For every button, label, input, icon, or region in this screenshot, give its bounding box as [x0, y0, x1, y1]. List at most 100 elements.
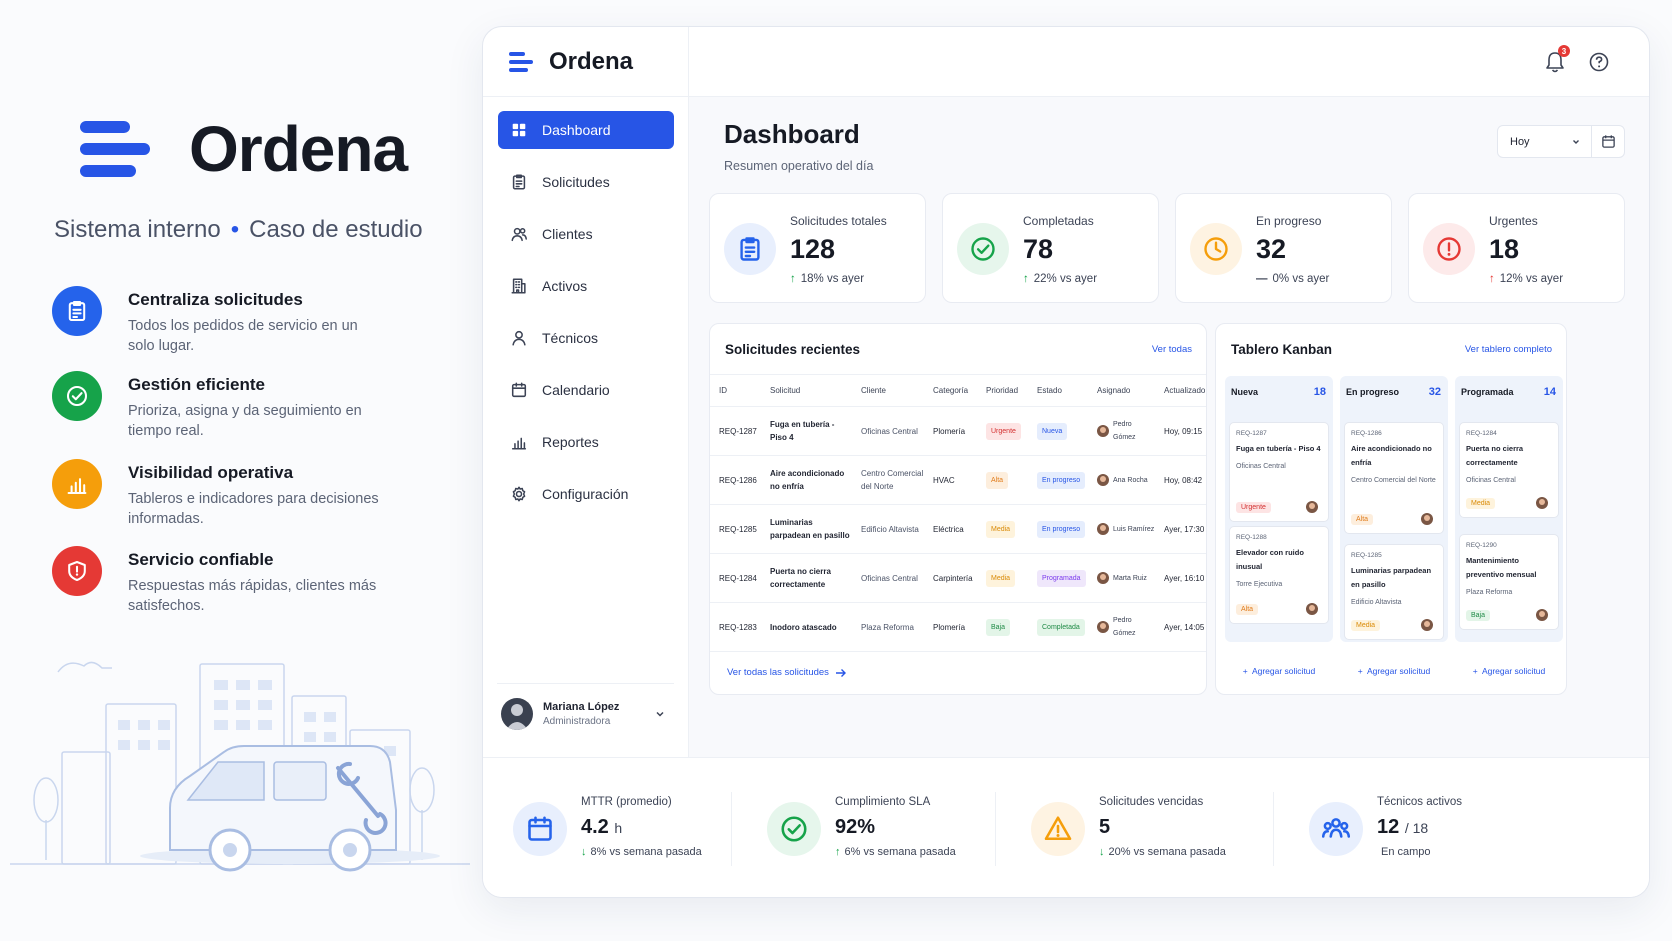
- arrow-right-icon: [835, 668, 846, 677]
- kpi-card[interactable]: En progreso 32 — 0% vs ayer: [1175, 193, 1392, 303]
- kanban-card[interactable]: REQ-1286 Aire acondicionado no enfría Cent…: [1344, 422, 1444, 534]
- kanban-card-title: Aire acondicionado no enfría: [1351, 444, 1432, 467]
- help-button[interactable]: [1589, 52, 1609, 77]
- feature-title: Gestión eficiente: [128, 375, 265, 394]
- metric-number: 12: [1377, 816, 1400, 838]
- metric-delta-arrow: ↑: [835, 846, 841, 858]
- status-badge: Completada: [1037, 618, 1085, 636]
- cell-prioridad: Alta: [977, 455, 1028, 505]
- kanban-card-id: REQ-1286: [1351, 430, 1382, 437]
- sidebar-brand-title: Ordena: [549, 47, 634, 75]
- notifications-button[interactable]: 3: [1545, 45, 1570, 78]
- sidebar-item-bar-chart[interactable]: Reportes: [498, 423, 674, 461]
- assignee-name: Pedro Gómez: [1113, 421, 1136, 441]
- priority-badge: Baja: [986, 618, 1011, 636]
- clock-icon: [1204, 237, 1228, 261]
- sidebar-item-user[interactable]: Técnicos: [498, 319, 674, 357]
- kanban-card-id: REQ-1290: [1466, 542, 1497, 549]
- add-request-button[interactable]: + Agregar solicitud: [1340, 666, 1448, 676]
- kanban-card-title: Luminarias parpadean en pasillo: [1351, 566, 1432, 589]
- column-header[interactable]: Solicitud: [761, 374, 852, 407]
- kanban-card[interactable]: REQ-1287 Fuga en tubería - Piso 4 Oficinas…: [1229, 422, 1329, 522]
- kanban-card-client: Oficinas Central: [1466, 477, 1516, 484]
- calendar-button[interactable]: [1592, 134, 1624, 149]
- table-row[interactable]: REQ-1287 Fuga en tubería - Piso 4 Oficinas…: [710, 406, 1206, 456]
- cell-id: REQ-1285: [710, 504, 761, 554]
- column-header[interactable]: Cliente: [852, 374, 924, 407]
- view-full-board-link[interactable]: Ver tablero completo: [1465, 344, 1552, 355]
- calendar-icon[interactable]: [1601, 134, 1616, 149]
- building-icon: [511, 278, 526, 294]
- metric-value: 92%: [835, 816, 875, 839]
- table-row[interactable]: REQ-1285 Luminarias parpadean en pasillo E…: [710, 504, 1206, 554]
- kpi-icon-badge: [1423, 223, 1475, 275]
- kanban-card[interactable]: REQ-1290 Mantenimiento preventivo mensual…: [1459, 534, 1559, 630]
- kpi-card[interactable]: Completadas 78 ↑ 22% vs ayer: [942, 193, 1159, 303]
- sidebar-item-gear[interactable]: Configuración: [498, 475, 674, 513]
- cell-estado: En progreso: [1028, 504, 1088, 554]
- sidebar-item-clipboard[interactable]: Solicitudes: [498, 163, 674, 201]
- feature-3: Visibilidad operativa Tableros e indicado…: [52, 459, 388, 529]
- date-filter-select[interactable]: Hoy: [1498, 126, 1592, 157]
- kanban-card[interactable]: REQ-1288 Elevador con ruido inusual Torre …: [1229, 526, 1329, 624]
- menu-icon[interactable]: [509, 51, 535, 72]
- column-header[interactable]: Estado: [1028, 374, 1088, 407]
- view-all-link[interactable]: Ver todas: [1152, 344, 1192, 355]
- status-badge: En progreso: [1037, 471, 1086, 489]
- kpi-icon-badge: [957, 223, 1009, 275]
- column-header[interactable]: Actualizado: [1155, 374, 1206, 407]
- column-header[interactable]: Prioridad: [977, 374, 1028, 407]
- kanban-card[interactable]: REQ-1284 Puerta no cierra correctamente Of…: [1459, 422, 1559, 518]
- column-header[interactable]: ID: [710, 374, 761, 407]
- column-header[interactable]: Asignado: [1088, 374, 1155, 407]
- table-row[interactable]: REQ-1283 Inodoro atascado Plaza Reforma Plo…: [710, 602, 1206, 652]
- feature-title: Servicio confiable: [128, 550, 274, 569]
- sidebar-item-building[interactable]: Activos: [498, 267, 674, 305]
- view-all-requests-link[interactable]: Ver todas las solicitudes: [727, 667, 847, 678]
- metric-delta-text: En campo: [1381, 846, 1431, 858]
- date-filter-value: Hoy: [1510, 135, 1530, 148]
- chevron-down-icon: [1573, 139, 1579, 144]
- kpi-card[interactable]: Urgentes 18 ↑ 12% vs ayer: [1408, 193, 1625, 303]
- sidebar-item-calendar[interactable]: Calendario: [498, 371, 674, 409]
- sidebar-brand[interactable]: Ordena: [483, 27, 688, 97]
- priority-badge: Baja: [1466, 609, 1491, 621]
- kanban-card-client: Oficinas Central: [1236, 463, 1286, 470]
- cell-actualizado: Ayer, 17:30: [1155, 504, 1206, 554]
- sidebar-item-grid[interactable]: Dashboard: [498, 111, 674, 149]
- kpi-value: 128: [790, 234, 836, 264]
- kpi-card[interactable]: Solicitudes totales 128 ↑ 18% vs ayer: [709, 193, 926, 303]
- kanban-card[interactable]: REQ-1285 Luminarias parpadean en pasillo E…: [1344, 544, 1444, 640]
- user-menu[interactable]: Mariana López Administradora: [497, 683, 674, 743]
- sidebar-item-users[interactable]: Clientes: [498, 215, 674, 253]
- metric-icon-badge: [1309, 802, 1363, 856]
- kanban-column-count: 14: [1543, 386, 1556, 398]
- avatar: [501, 697, 533, 730]
- cell-solicitud: Aire acondicionado no enfría: [761, 455, 852, 505]
- grid-icon: [512, 123, 526, 137]
- cell-cliente: Oficinas Central: [852, 406, 924, 456]
- feature-icon-badge: [52, 286, 102, 336]
- kanban-column-name: Programada: [1461, 387, 1514, 397]
- cell-solicitud: Inodoro atascado: [761, 602, 852, 652]
- metric-icon-badge: [513, 802, 567, 856]
- cell-prioridad: Urgente: [977, 406, 1028, 456]
- table-row[interactable]: REQ-1286 Aire acondicionado no enfría Cent…: [710, 455, 1206, 505]
- chevron-down-icon[interactable]: [654, 708, 666, 720]
- sidebar: Ordena Dashboard Solicitudes Clientes Activ…: [483, 27, 689, 757]
- kpi-label: En progreso: [1256, 214, 1322, 228]
- table-row[interactable]: REQ-1284 Puerta no cierra correctamente Of…: [710, 553, 1206, 603]
- metric-number: 5: [1099, 816, 1111, 838]
- feature-description: Respuestas más rápidas, clientes más sat…: [128, 578, 377, 614]
- cell-id: REQ-1283: [710, 602, 761, 652]
- column-header[interactable]: Categoría: [924, 374, 977, 407]
- recent-requests-card: Solicitudes recientes Ver todas ID Solici…: [709, 323, 1207, 695]
- kpi-delta-text: 0% vs ayer: [1272, 273, 1330, 285]
- kpi-delta: ↑ 22% vs ayer: [1023, 273, 1097, 285]
- assignee-avatar: [1097, 523, 1109, 535]
- add-request-button[interactable]: + Agregar solicitud: [1455, 666, 1563, 676]
- assignee-avatar: [1421, 513, 1433, 525]
- help-icon[interactable]: [1589, 52, 1609, 72]
- users-icon: [511, 227, 527, 242]
- add-request-button[interactable]: + Agregar solicitud: [1225, 666, 1333, 676]
